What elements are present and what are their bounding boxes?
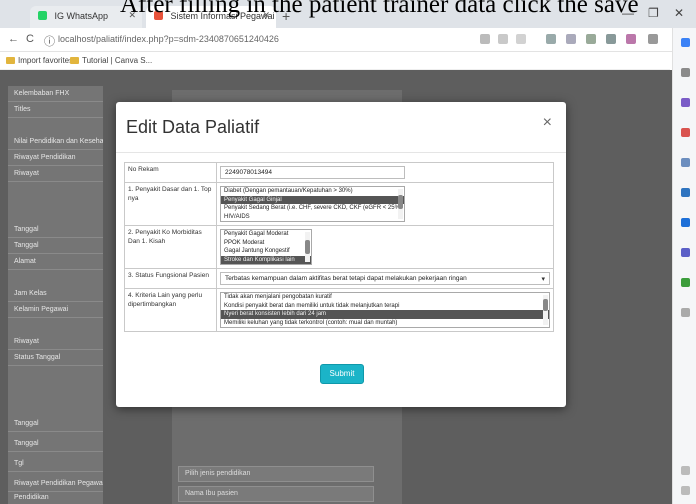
address-bar: ← C ⓘ localhost/paliatif/index.php?p=sdm… xyxy=(0,28,696,52)
scrollbar[interactable] xyxy=(398,189,403,219)
collections-icon[interactable] xyxy=(606,34,616,44)
chevron-down-icon: ▾ xyxy=(541,276,545,283)
background-row: Nilai Pendidikan dan Kesehatan xyxy=(8,134,103,150)
list-option-selected[interactable]: Nyeri berat konsisten lebih dari 24 jam xyxy=(221,310,549,319)
bookmarks-bar: Import favorites Tutorial | Canva S... xyxy=(0,52,670,70)
edit-modal: Edit Data Paliatif × No Rekam 2249078013… xyxy=(116,102,566,407)
scrollbar[interactable] xyxy=(543,295,548,325)
reader-icon[interactable] xyxy=(498,34,508,44)
background-input: Nama Ibu pasien xyxy=(178,486,374,502)
office-icon[interactable] xyxy=(681,188,690,197)
status-fungsional-select[interactable]: Terbatas kemampuan dalam aktifitas berat… xyxy=(220,272,550,285)
submit-button[interactable]: Submit xyxy=(320,364,364,384)
ko-morbiditas-listbox[interactable]: Penyakit Gagal Moderat PPOK Moderat Gaga… xyxy=(220,229,312,265)
list-option[interactable]: Penyakit Sedang Berat (i.e. CHF, severe … xyxy=(221,204,404,213)
screenshot-root: IG WhatsApp ✕ Sistem Informasi Pegawai ✕… xyxy=(0,0,696,504)
shopping-icon[interactable] xyxy=(681,98,690,107)
list-option[interactable]: Kondisi penyakit berat dan memiliki untu… xyxy=(221,302,549,311)
background-row: Riwayat xyxy=(8,334,103,350)
background-row: Tanggal xyxy=(8,416,103,432)
background-sidebar: Kelembaban FHX Titles Nilai Pendidikan d… xyxy=(8,86,103,504)
fullscreen-icon[interactable] xyxy=(681,466,690,475)
list-option[interactable]: Tidak akan menjalani pengobatan kuratif xyxy=(221,293,549,302)
field-cell: Tidak akan menjalani pengobatan kuratif … xyxy=(216,288,554,332)
add-icon[interactable] xyxy=(681,308,690,317)
field-cell: Terbatas kemampuan dalam aktifitas berat… xyxy=(216,268,554,289)
background-row: Riwayat xyxy=(8,166,103,182)
background-row: Tanggal xyxy=(8,436,103,452)
background-row: Kelembaban FHX xyxy=(8,86,103,102)
profile-icon[interactable] xyxy=(626,34,636,44)
modal-divider xyxy=(116,152,566,153)
field-cell: Penyakit Gagal Moderat PPOK Moderat Gaga… xyxy=(216,225,554,269)
field-label: No Rekam xyxy=(124,162,217,183)
tools-icon[interactable] xyxy=(681,128,690,137)
close-icon[interactable]: × xyxy=(543,114,552,132)
bookmark-tutorial-canva[interactable]: Tutorial | Canva S... xyxy=(70,56,152,65)
edge-sidebar xyxy=(672,28,696,504)
form-row: 2. Penyakit Ko Morbiditas Dan 1. Kisah P… xyxy=(124,225,554,269)
menu-icon[interactable] xyxy=(648,34,658,44)
scrollbar-thumb[interactable] xyxy=(305,240,310,254)
url-field[interactable]: localhost/paliatif/index.php?p=sdm-23408… xyxy=(58,32,308,48)
list-option[interactable]: HIV/AIDS xyxy=(221,213,404,222)
extension-icon[interactable] xyxy=(546,34,556,44)
background-row: Riwayat Pendidikan xyxy=(8,150,103,166)
kriteria-lain-listbox[interactable]: Tidak akan menjalani pengobatan kuratif … xyxy=(220,292,550,328)
teams-icon[interactable] xyxy=(681,248,690,257)
list-option[interactable]: Memiliki keluhan yang tidak terkontrol (… xyxy=(221,319,549,328)
background-row: Titles xyxy=(8,102,103,118)
background-row: Tgl xyxy=(8,456,103,472)
penyakit-dasar-listbox[interactable]: Diabet (Dengan pemantauan/Kepatuhan > 30… xyxy=(220,186,405,222)
settings-icon[interactable] xyxy=(681,486,690,495)
games-icon[interactable] xyxy=(681,158,690,167)
field-cell: 2249078013494 xyxy=(216,162,554,183)
caption-text: After filling in the patient trainer dat… xyxy=(120,0,639,18)
favorites-icon[interactable] xyxy=(586,34,596,44)
split-screen-icon[interactable] xyxy=(566,34,576,44)
form-row: 1. Penyakit Dasar dan 1. Top nya Diabet … xyxy=(124,182,554,226)
bookmark-import-favorites[interactable]: Import favorites xyxy=(6,56,73,65)
field-cell: Diabet (Dengan pemantauan/Kepatuhan > 30… xyxy=(216,182,554,226)
list-option[interactable]: Penyakit Gagal Moderat xyxy=(221,230,311,239)
background-select: Pilih jenis pendidikan xyxy=(178,466,374,482)
scrollbar-thumb[interactable] xyxy=(398,195,403,209)
background-row: Status Tanggal xyxy=(8,350,103,366)
site-info-icon[interactable]: ⓘ xyxy=(44,33,55,49)
drop-icon[interactable] xyxy=(681,278,690,287)
list-option[interactable]: Diabet (Dengan pemantauan/Kepatuhan > 30… xyxy=(221,187,404,196)
field-label: 4. Kriteria Lain yang perlu dipertimbang… xyxy=(124,288,217,332)
background-row: Kelamin Pegawai xyxy=(8,302,103,318)
translate-icon[interactable] xyxy=(480,34,490,44)
background-row: Tanggal xyxy=(8,238,103,254)
background-row: Alamat xyxy=(8,254,103,270)
reload-button[interactable]: C xyxy=(26,33,34,45)
scrollbar-thumb[interactable] xyxy=(543,299,548,311)
folder-icon xyxy=(70,57,79,64)
folder-icon xyxy=(6,57,15,64)
modal-title: Edit Data Paliatif xyxy=(126,117,260,137)
scrollbar[interactable] xyxy=(305,232,310,262)
field-label: 2. Penyakit Ko Morbiditas Dan 1. Kisah xyxy=(124,225,217,269)
form-row: 3. Status Fungsional Pasien Terbatas kem… xyxy=(124,268,554,289)
background-row: Tanggal xyxy=(8,222,103,238)
copilot-icon[interactable] xyxy=(681,38,690,47)
list-option-selected[interactable]: Penyakit Gagal Ginjal xyxy=(221,195,404,204)
list-option[interactable]: PPOK Moderat xyxy=(221,239,311,248)
list-option-selected[interactable]: Stroke dan Komplikasi lain xyxy=(221,255,311,264)
favorite-star-icon[interactable] xyxy=(516,34,526,44)
search-icon[interactable] xyxy=(681,68,690,77)
form-row: 4. Kriteria Lain yang perlu dipertimbang… xyxy=(124,288,554,332)
field-label: 3. Status Fungsional Pasien xyxy=(124,268,217,289)
form-table: No Rekam 2249078013494 1. Penyakit Dasar… xyxy=(124,162,554,332)
background-row: Pendidikan xyxy=(8,490,103,504)
outlook-icon[interactable] xyxy=(681,218,690,227)
form-row: No Rekam 2249078013494 xyxy=(124,162,554,183)
background-row: Jam Kelas xyxy=(8,286,103,302)
select-value: Terbatas kemampuan dalam aktifitas berat… xyxy=(225,275,467,282)
field-label: 1. Penyakit Dasar dan 1. Top nya xyxy=(124,182,217,226)
list-option[interactable]: Gagal Jantung Kongestif xyxy=(221,247,311,256)
back-button[interactable]: ← xyxy=(8,33,19,45)
no-rekam-input[interactable]: 2249078013494 xyxy=(220,166,405,179)
